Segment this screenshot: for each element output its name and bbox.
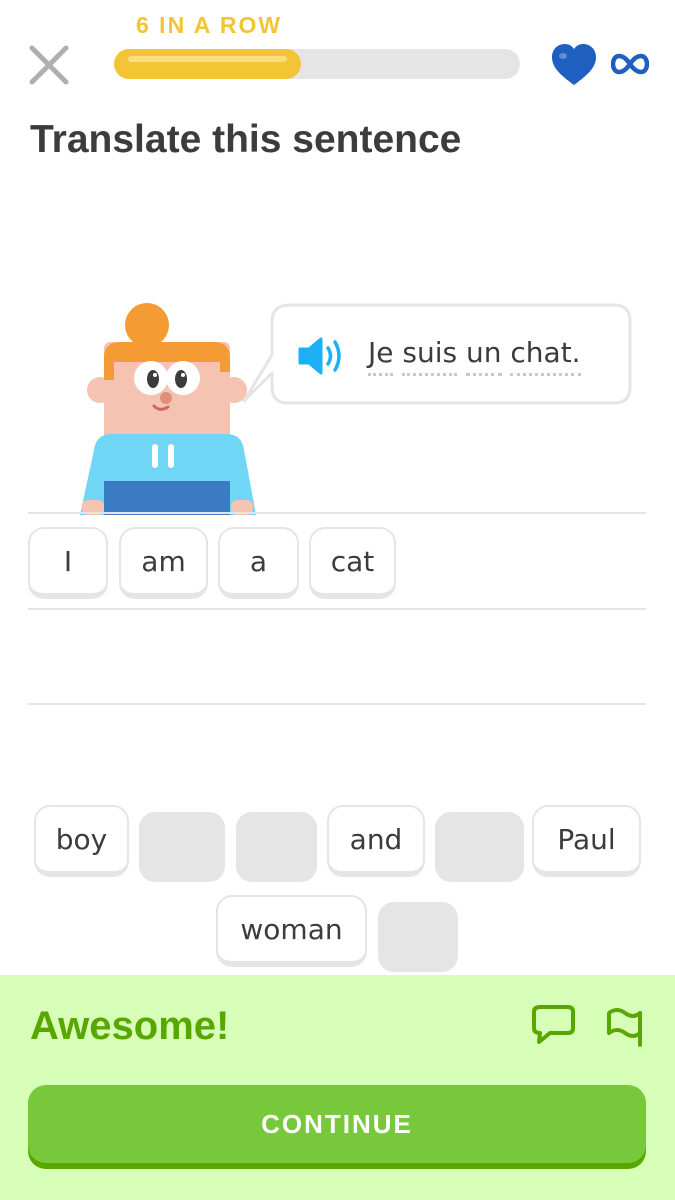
sentence-word[interactable]: Je	[368, 336, 394, 376]
sentence-word[interactable]: un	[466, 336, 502, 376]
answer-line	[28, 703, 646, 705]
sentence-word[interactable]: suis	[402, 336, 458, 376]
answer-word-chip[interactable]: am	[119, 527, 208, 599]
speaker-icon[interactable]	[296, 336, 348, 376]
word-bank-chip[interactable]: woman	[216, 895, 367, 967]
character-illustration	[76, 300, 261, 515]
answer-word-chip[interactable]: cat	[309, 527, 396, 599]
sentence-word[interactable]: chat.	[510, 336, 581, 376]
word-bank-empty-slot	[435, 812, 524, 882]
answer-line	[28, 608, 646, 610]
heart-icon[interactable]	[549, 43, 599, 87]
progress-bar-fill	[114, 49, 301, 79]
comment-icon[interactable]	[530, 1003, 576, 1045]
streak-label: 6 IN A ROW	[136, 12, 283, 38]
feedback-message: Awesome!	[30, 1004, 230, 1048]
progress-bar-shine	[128, 56, 287, 62]
word-bank-chip[interactable]: boy	[34, 805, 129, 877]
word-bank-chip[interactable]: Paul	[532, 805, 641, 877]
word-bank-chip[interactable]: and	[327, 805, 425, 877]
infinity-icon	[610, 50, 650, 78]
word-bank-empty-slot	[236, 812, 317, 882]
page-title: Translate this sentence	[30, 118, 462, 161]
word-bank-empty-slot	[139, 812, 225, 882]
answer-word-chip[interactable]: I	[28, 527, 108, 599]
answer-line	[28, 512, 646, 514]
word-bank-empty-slot	[378, 902, 458, 972]
source-sentence: Je suis un chat.	[368, 336, 581, 376]
flag-icon[interactable]	[603, 1003, 645, 1047]
progress-bar	[114, 49, 520, 79]
answer-word-chip[interactable]: a	[218, 527, 299, 599]
close-icon[interactable]	[26, 42, 72, 88]
continue-button[interactable]: CONTINUE	[28, 1085, 646, 1163]
